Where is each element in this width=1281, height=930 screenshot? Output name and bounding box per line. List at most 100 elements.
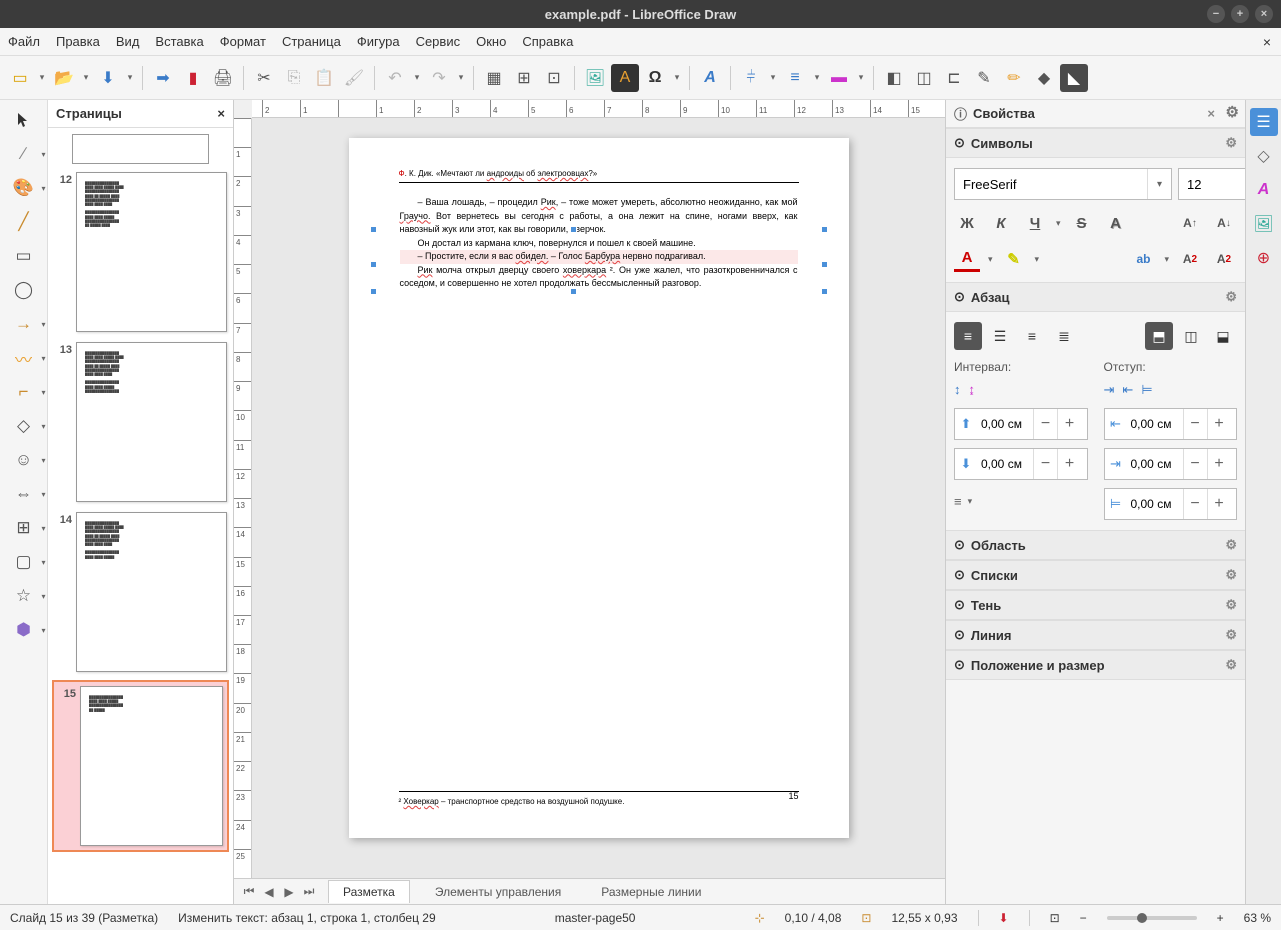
snap-button[interactable]: ⊞ (510, 64, 538, 92)
sidebar-close[interactable]: × (1207, 106, 1215, 121)
zoom-out-button[interactable]: − (1080, 911, 1087, 925)
menu-insert[interactable]: Вставка (155, 34, 203, 49)
indent-before-spinner[interactable]: ⇤−+ (1104, 408, 1238, 440)
dec-spacing-icon[interactable]: ↨ (969, 382, 976, 397)
zoom-fit-icon[interactable]: ⊡ (1050, 911, 1060, 925)
copy-button[interactable]: ⎘ (280, 64, 308, 92)
callout-tool[interactable]: ▢▾ (10, 550, 38, 574)
valign-top-button[interactable]: ⬒ (1145, 322, 1173, 350)
inc-indent-icon[interactable]: ⇥ (1104, 382, 1115, 398)
cut-button[interactable]: ✂ (250, 64, 278, 92)
insert-textbox-button[interactable]: A (611, 64, 639, 92)
section-line[interactable]: ⊙Линия⚙ (946, 620, 1245, 650)
inc-button[interactable]: + (1057, 449, 1081, 479)
vertical-ruler[interactable]: 1234567891011121314151617181920212223242… (234, 118, 252, 878)
valign-bottom-button[interactable]: ⬓ (1209, 322, 1237, 350)
font-name-input[interactable] (955, 169, 1147, 199)
inc-button[interactable]: + (1207, 409, 1231, 439)
gear-icon[interactable]: ⚙ (1225, 289, 1237, 305)
extrusion-button[interactable]: ◣ (1060, 64, 1088, 92)
shapes-tab[interactable]: ◇ (1250, 142, 1278, 170)
guides-button[interactable]: ⊡ (540, 64, 568, 92)
gear-icon[interactable]: ⚙ (1225, 657, 1237, 673)
gear-icon[interactable]: ⚙ (1225, 537, 1237, 553)
export-button[interactable]: ➡ (149, 64, 177, 92)
fill-color-tool[interactable]: 🎨▾ (10, 176, 38, 200)
gear-icon[interactable]: ⚙ (1225, 567, 1237, 583)
undo-button[interactable]: ↶ (381, 64, 409, 92)
gear-icon[interactable]: ⚙ (1225, 627, 1237, 643)
tab-nav-prev[interactable]: ◀ (260, 883, 278, 901)
new-dropdown[interactable]: ▾ (36, 72, 48, 83)
menu-file[interactable]: Файл (8, 34, 40, 49)
edit-points-button[interactable]: ✏ (1000, 64, 1028, 92)
gluepoints-button[interactable]: ◆ (1030, 64, 1058, 92)
clone-button[interactable]: 🖌 (340, 64, 368, 92)
inc-button[interactable]: + (1207, 489, 1231, 519)
special-char-dropdown[interactable]: ▾ (671, 72, 683, 83)
ellipse-tool[interactable]: ◯ (10, 278, 38, 302)
valign-middle-button[interactable]: ◫ (1177, 322, 1205, 350)
tab-dimlines[interactable]: Размерные линии (586, 880, 716, 904)
grid-button[interactable]: ▦ (480, 64, 508, 92)
stars-tool[interactable]: ☆▾ (10, 584, 38, 608)
align-justify-button[interactable]: ≣ (1050, 322, 1078, 350)
page-15[interactable]: Ф. К. Дик. «Мечтают ли андроиды об элект… (349, 138, 849, 838)
dec-button[interactable]: − (1183, 449, 1207, 479)
page-thumb-12[interactable]: 12████████████████████ ████ █████ ██████… (52, 170, 229, 334)
basic-shapes-tool[interactable]: ◇▾ (10, 414, 38, 438)
styles-tab[interactable]: A (1250, 176, 1278, 204)
menu-help[interactable]: Справка (522, 34, 573, 49)
paste-button[interactable]: 📋 (310, 64, 338, 92)
section-paragraph[interactable]: ⊙Абзац⚙ (946, 282, 1245, 312)
decrease-font-button[interactable]: A↓ (1211, 210, 1237, 236)
chevron-down-icon[interactable]: ▾ (1147, 169, 1171, 199)
tab-controls[interactable]: Элементы управления (420, 880, 576, 904)
pages-list[interactable]: 12████████████████████ ████ █████ ██████… (48, 128, 233, 904)
align-right-button[interactable]: ≡ (1018, 322, 1046, 350)
increase-font-button[interactable]: A↑ (1177, 210, 1203, 236)
font-size-input[interactable] (1179, 169, 1245, 199)
export-pdf-button[interactable]: ▮ (179, 64, 207, 92)
crop-button[interactable]: ⊏ (940, 64, 968, 92)
distribute-dropdown[interactable]: ▾ (855, 72, 867, 83)
inc-spacing-icon[interactable]: ↕ (954, 382, 961, 397)
sidebar-settings-icon[interactable]: ⚙ (1226, 103, 1239, 121)
font-size-combo[interactable]: ▾ (1178, 168, 1245, 200)
tab-layout[interactable]: Разметка (328, 880, 410, 903)
maximize-button[interactable]: + (1231, 5, 1249, 23)
gear-icon[interactable]: ⚙ (1225, 135, 1237, 151)
undo-dropdown[interactable]: ▾ (411, 72, 423, 83)
inc-button[interactable]: + (1057, 409, 1081, 439)
navigator-tab[interactable]: ⊕ (1250, 244, 1278, 272)
dec-button[interactable]: − (1183, 489, 1207, 519)
block-arrows-tool[interactable]: ⇔▾ (10, 482, 38, 506)
indent-after-spinner[interactable]: ⇥−+ (1104, 448, 1238, 480)
gear-icon[interactable]: ⚙ (1225, 597, 1237, 613)
arrange-button[interactable]: ≡ (781, 64, 809, 92)
italic-button[interactable]: К (988, 210, 1014, 236)
line-spacing-button[interactable]: ≡ (954, 494, 962, 509)
dec-button[interactable]: − (1033, 409, 1057, 439)
font-color-button[interactable]: A (954, 246, 980, 272)
shadow-button[interactable]: ◧ (880, 64, 908, 92)
tab-nav-first[interactable]: ⏮ (240, 883, 258, 901)
page-thumb-15[interactable]: 15████████████████████ ████ ████████████… (52, 680, 229, 852)
indent-first-spinner[interactable]: ⊨−+ (1104, 488, 1238, 520)
line-tool[interactable]: ╱ (10, 210, 38, 234)
page-thumb-13[interactable]: 13████████████████████ ████ █████ ██████… (52, 340, 229, 504)
line-color-tool[interactable]: ∕▾ (10, 142, 38, 166)
tab-nav-next[interactable]: ▶ (280, 883, 298, 901)
horizontal-ruler[interactable]: 2112345678910111213141516171819202122 (252, 100, 945, 118)
canvas[interactable]: Ф. К. Дик. «Мечтают ли андроиды об элект… (252, 118, 945, 878)
arrange-dropdown[interactable]: ▾ (811, 72, 823, 83)
group-button[interactable]: ◫ (910, 64, 938, 92)
highlight-button[interactable]: ✎ (1001, 246, 1027, 272)
redo-dropdown[interactable]: ▾ (455, 72, 467, 83)
3d-tool[interactable]: ⬢▾ (10, 618, 38, 642)
align-dropdown[interactable]: ▾ (767, 72, 779, 83)
document-close-button[interactable]: × (1263, 34, 1271, 50)
spacing-above-spinner[interactable]: ⬆−+ (954, 408, 1088, 440)
menu-tools[interactable]: Сервис (416, 34, 461, 49)
close-button[interactable]: × (1255, 5, 1273, 23)
